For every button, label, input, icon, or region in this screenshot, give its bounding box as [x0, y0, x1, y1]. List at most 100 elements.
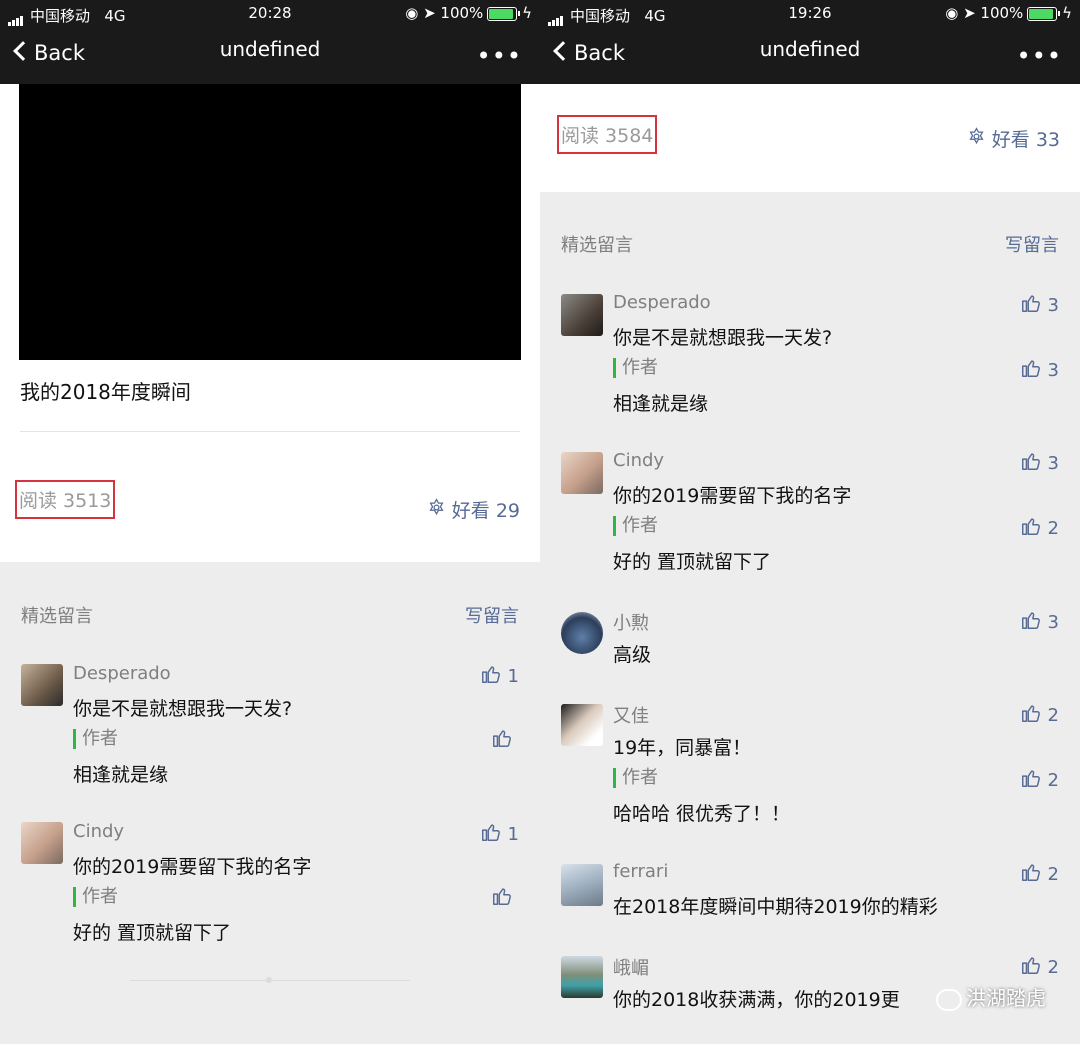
- more-icon[interactable]: •••: [477, 42, 522, 70]
- battery-percent: 100%: [980, 4, 1024, 22]
- avatar: [561, 956, 603, 998]
- page-title: undefined: [219, 37, 321, 61]
- charging-icon: ϟ: [522, 4, 532, 22]
- comment-like-button[interactable]: 2: [1020, 861, 1059, 885]
- comment-like-count: 1: [507, 824, 519, 845]
- thumbs-up-icon: [1020, 702, 1042, 724]
- like-count-button[interactable]: 好看 33: [967, 125, 1060, 152]
- comment-like-button[interactable]: 2: [1020, 702, 1059, 726]
- write-comment-link[interactable]: 写留言: [1005, 231, 1059, 257]
- location-icon: ➤: [963, 4, 976, 22]
- right-screenshot: 中国移动 4G 19:26 ◉ ➤ 100% ϟ Back undefined …: [540, 0, 1080, 1044]
- thumbs-up-icon: [1020, 767, 1042, 789]
- comment-nick: Desperado: [613, 292, 711, 313]
- comment-like-button[interactable]: 1: [480, 663, 519, 687]
- avatar: [21, 664, 63, 706]
- avatar: [561, 612, 603, 654]
- comment-like-button[interactable]: 2: [1020, 954, 1059, 978]
- author-badge: 作者: [613, 516, 658, 536]
- comment-like-count: 2: [1047, 864, 1059, 885]
- thumbs-up-icon: [1020, 357, 1042, 379]
- flower-icon: [427, 498, 446, 517]
- page-title: undefined: [759, 37, 861, 61]
- thumbs-up-icon: [1020, 515, 1042, 537]
- lock-icon: ◉: [945, 4, 959, 22]
- comment-like-count: 1: [507, 666, 519, 687]
- section-label: 精选留言: [561, 235, 633, 256]
- status-bar: 中国移动 4G 20:28 ◉ ➤ 100% ϟ: [0, 0, 540, 28]
- reply-like-button[interactable]: [491, 727, 519, 751]
- author-badge: 作者: [613, 358, 658, 378]
- comment-like-button[interactable]: 1: [480, 821, 519, 845]
- reply-like-button[interactable]: 2: [1020, 515, 1059, 539]
- reply-like-count: 3: [1047, 360, 1059, 381]
- reply-text: 好的 置顶就留下了: [73, 922, 232, 944]
- reply-like-count: 2: [1047, 518, 1059, 539]
- comment-text: 19年，同暴富！: [613, 737, 752, 759]
- watermark: 洪湖踏虎: [936, 982, 1046, 1011]
- thumbs-up-icon: [491, 727, 513, 749]
- thumbs-up-icon: [491, 885, 513, 907]
- comment-like-button[interactable]: 3: [1020, 609, 1059, 633]
- video-player[interactable]: [19, 84, 521, 360]
- comment-nick: Cindy: [613, 450, 665, 471]
- comment-nick: Cindy: [73, 821, 125, 842]
- status-right: ◉ ➤ 100% ϟ: [405, 4, 532, 22]
- comment-nick: 峨嵋: [613, 958, 649, 979]
- article-title: 我的2018年度瞬间: [20, 380, 191, 404]
- like-count-button[interactable]: 好看 29: [427, 496, 520, 523]
- left-screenshot: 中国移动 4G 20:28 ◉ ➤ 100% ϟ Back undefined …: [0, 0, 540, 1044]
- like-count-label: 好看 33: [991, 129, 1060, 151]
- comment-like-count: 2: [1047, 705, 1059, 726]
- comment-like-count: 3: [1047, 453, 1059, 474]
- nav-bar: Back undefined •••: [540, 28, 1080, 84]
- battery-icon: [487, 6, 521, 21]
- read-count: 阅读 3513: [15, 480, 116, 519]
- comment-text: 你是不是就想跟我一天发?: [73, 698, 293, 720]
- comment-nick: 又佳: [613, 706, 649, 727]
- author-badge: 作者: [613, 768, 658, 788]
- comment-text: 你的2019需要留下我的名字: [73, 856, 312, 878]
- lock-icon: ◉: [405, 4, 419, 22]
- comment-like-count: 3: [1047, 612, 1059, 633]
- reply-text: 好的 置顶就留下了: [613, 551, 772, 573]
- more-icon[interactable]: •••: [1017, 42, 1062, 70]
- section-label: 精选留言: [21, 606, 93, 627]
- thumbs-up-icon: [1020, 450, 1042, 472]
- comment-like-count: 3: [1047, 295, 1059, 316]
- thumbs-up-icon: [480, 821, 502, 843]
- author-badge: 作者: [73, 887, 118, 907]
- comment-nick: ferrari: [613, 861, 669, 882]
- comment-text: 在2018年度瞬间中期待2019你的精彩: [613, 896, 938, 918]
- reply-like-button[interactable]: [491, 885, 519, 909]
- comment-text: 你的2018收获满满，你的2019更: [613, 989, 900, 1011]
- author-badge: 作者: [73, 729, 118, 749]
- reply-like-button[interactable]: 2: [1020, 767, 1059, 791]
- comment-text: 你的2019需要留下我的名字: [613, 485, 852, 507]
- comment-like-button[interactable]: 3: [1020, 450, 1059, 474]
- location-icon: ➤: [423, 4, 436, 22]
- thumbs-up-icon: [1020, 861, 1042, 883]
- write-comment-link[interactable]: 写留言: [465, 602, 519, 628]
- thumbs-up-icon: [480, 663, 502, 685]
- comment-text: 你是不是就想跟我一天发?: [613, 327, 833, 349]
- flower-icon: [967, 127, 986, 146]
- comment-nick: 小勲: [613, 613, 649, 634]
- comment-text: 高级: [613, 644, 652, 666]
- reply-text: 哈哈哈 很优秀了！！: [613, 803, 791, 825]
- comment-nick: Desperado: [73, 663, 171, 684]
- like-count-label: 好看 29: [451, 500, 520, 522]
- comment-like-button[interactable]: 3: [1020, 292, 1059, 316]
- charging-icon: ϟ: [1062, 4, 1072, 22]
- reply-like-button[interactable]: 3: [1020, 357, 1059, 381]
- end-divider: [130, 977, 410, 983]
- reply-like-count: 2: [1047, 770, 1059, 791]
- thumbs-up-icon: [1020, 609, 1042, 631]
- avatar: [561, 864, 603, 906]
- avatar: [561, 452, 603, 494]
- battery-percent: 100%: [440, 4, 484, 22]
- read-count: 阅读 3584: [557, 115, 658, 154]
- divider: [20, 431, 520, 432]
- thumbs-up-icon: [1020, 954, 1042, 976]
- avatar: [561, 704, 603, 746]
